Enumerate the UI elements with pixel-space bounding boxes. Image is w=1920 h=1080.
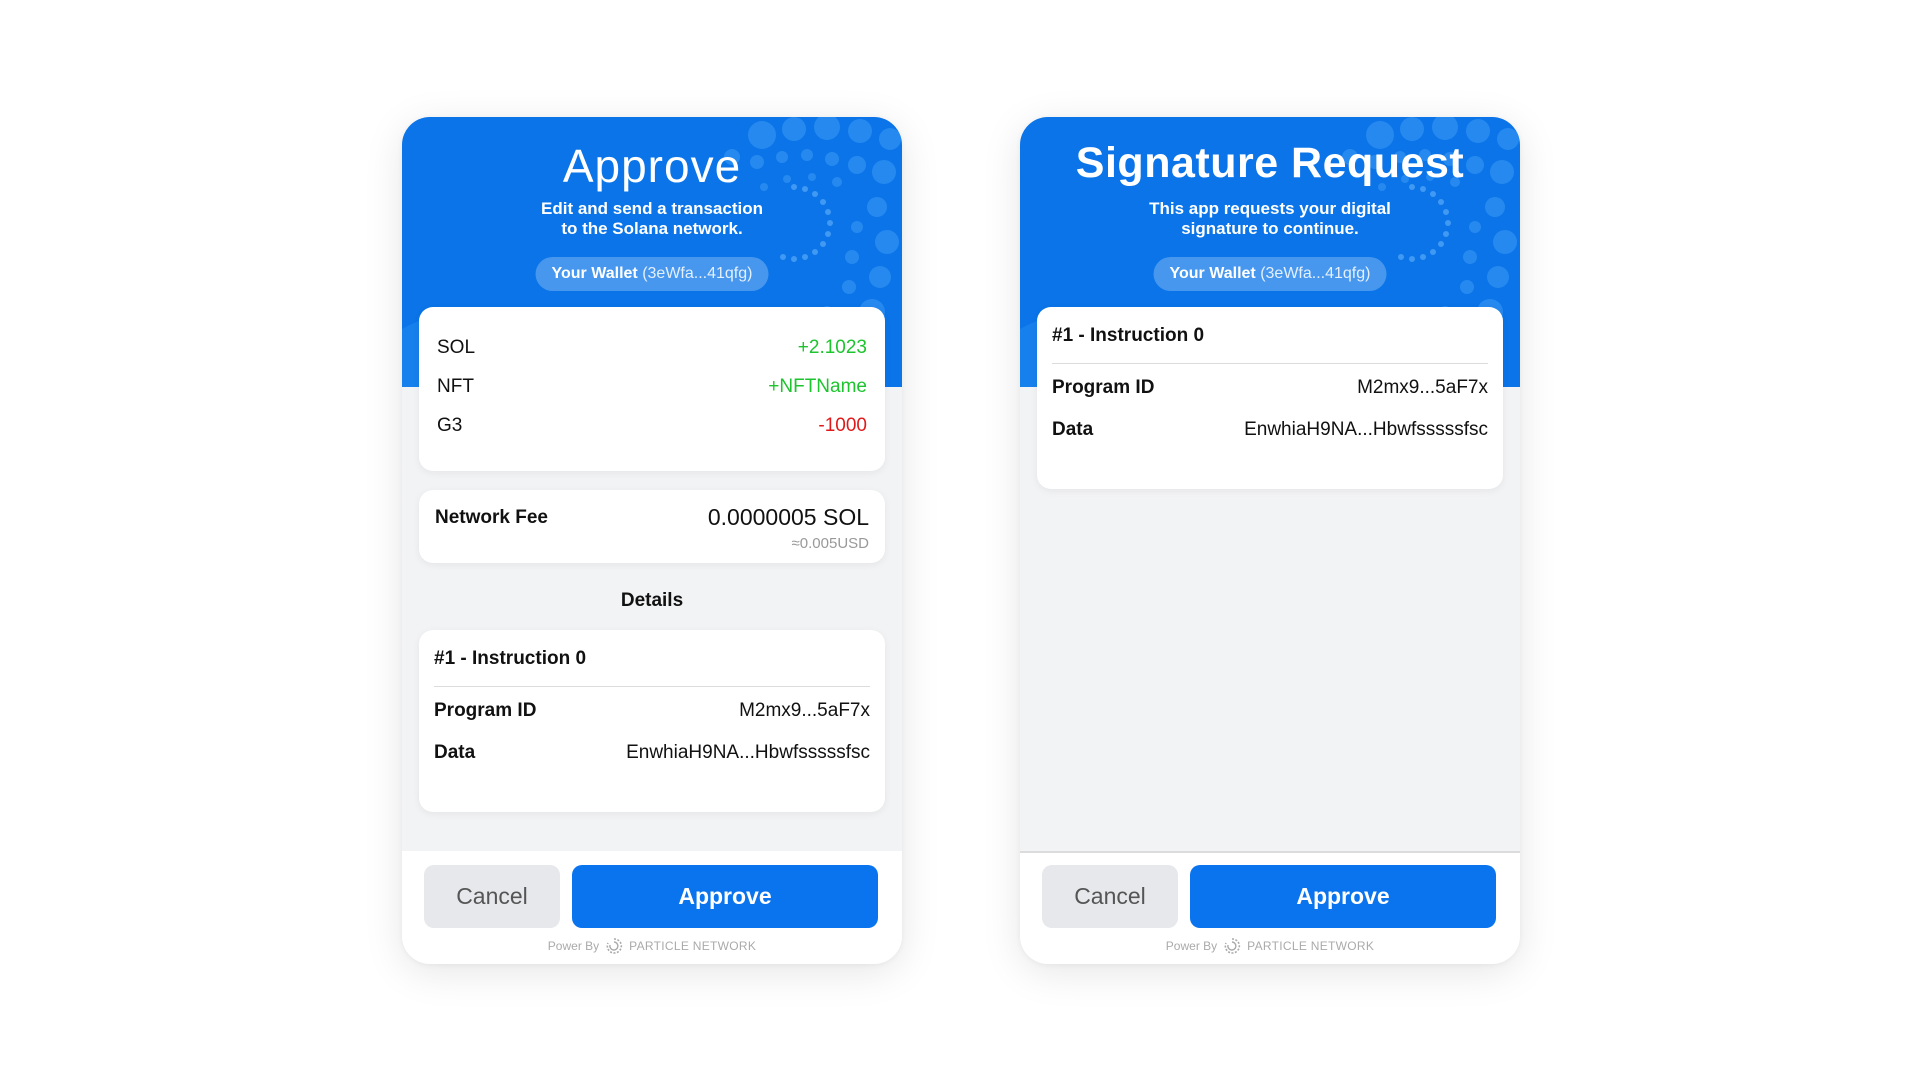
- balance-row-nft: NFT +NFTName: [437, 376, 867, 398]
- approve-button[interactable]: Approve: [1190, 865, 1496, 928]
- cancel-button[interactable]: Cancel: [424, 865, 560, 928]
- data-value: EnwhiaH9NA...Hbwfsssssfsc: [626, 742, 870, 763]
- signature-request-dialog: Signature Request This app requests your…: [1020, 117, 1520, 964]
- dialog-subtitle: Edit and send a transaction to the Solan…: [541, 199, 763, 238]
- data-row: Data EnwhiaH9NA...Hbwfsssssfsc: [1052, 419, 1488, 440]
- particle-network-logo-icon: [606, 938, 623, 954]
- asset-change: +NFTName: [768, 376, 867, 397]
- action-footer: Cancel Approve Power By PARTICLE NETWORK: [1020, 851, 1520, 964]
- wallet-label: Your Wallet: [551, 265, 638, 282]
- program-id-value: M2mx9...5aF7x: [739, 700, 870, 721]
- powered-by: Power By PARTICLE NETWORK: [547, 938, 757, 954]
- wallet-address: (3eWfa...41qfg): [642, 265, 753, 282]
- program-id-row: Program ID M2mx9...5aF7x: [1052, 377, 1488, 398]
- instruction-title: #1 - Instruction 0: [1052, 325, 1205, 346]
- dialog-title: Approve: [562, 140, 742, 192]
- instruction-title: #1 - Instruction 0: [434, 648, 587, 669]
- balance-row-g3: G3 -1000: [437, 415, 867, 437]
- data-value: EnwhiaH9NA...Hbwfsssssfsc: [1244, 419, 1488, 440]
- asset-name: G3: [437, 415, 463, 436]
- dialog-title: Signature Request: [1075, 139, 1465, 187]
- approve-button[interactable]: Approve: [572, 865, 878, 928]
- wallet-badge[interactable]: Your Wallet (3eWfa...41qfg): [535, 257, 769, 291]
- wallet-badge[interactable]: Your Wallet (3eWfa...41qfg): [1153, 257, 1387, 291]
- wallet-address: (3eWfa...41qfg): [1260, 265, 1371, 282]
- approve-dialog: Approve Edit and send a transaction to t…: [402, 117, 902, 964]
- balance-row-sol: SOL +2.1023: [437, 337, 867, 359]
- action-footer: Cancel Approve Power By PARTICLE NETWORK: [402, 851, 902, 964]
- asset-change: -1000: [818, 415, 867, 436]
- wallet-label: Your Wallet: [1169, 265, 1256, 282]
- particle-network-logo-icon: [1224, 938, 1241, 954]
- data-row: Data EnwhiaH9NA...Hbwfsssssfsc: [434, 742, 870, 763]
- asset-name: SOL: [437, 337, 476, 358]
- balance-changes-panel: SOL +2.1023 NFT +NFTName G3 -1000: [419, 307, 885, 471]
- program-id-row: Program ID M2mx9...5aF7x: [434, 700, 870, 721]
- instruction-panel: #1 - Instruction 0 Program ID M2mx9...5a…: [1037, 307, 1503, 489]
- divider: [434, 686, 870, 687]
- network-fee-usd: ≈0.005USD: [791, 535, 869, 552]
- powered-by: Power By PARTICLE NETWORK: [1165, 938, 1375, 954]
- divider: [1052, 363, 1488, 364]
- network-fee-label: Network Fee: [435, 506, 548, 528]
- instruction-panel: #1 - Instruction 0 Program ID M2mx9...5a…: [419, 630, 885, 812]
- details-heading: Details: [620, 590, 684, 611]
- asset-change: +2.1023: [797, 337, 867, 358]
- cancel-button[interactable]: Cancel: [1042, 865, 1178, 928]
- network-fee-value: 0.0000005 SOL: [707, 504, 869, 530]
- dialog-subtitle: This app requests your digital signature…: [1149, 199, 1391, 238]
- network-fee-panel: Network Fee 0.0000005 SOL ≈0.005USD: [419, 490, 885, 563]
- program-id-value: M2mx9...5aF7x: [1357, 377, 1488, 398]
- asset-name: NFT: [437, 376, 474, 397]
